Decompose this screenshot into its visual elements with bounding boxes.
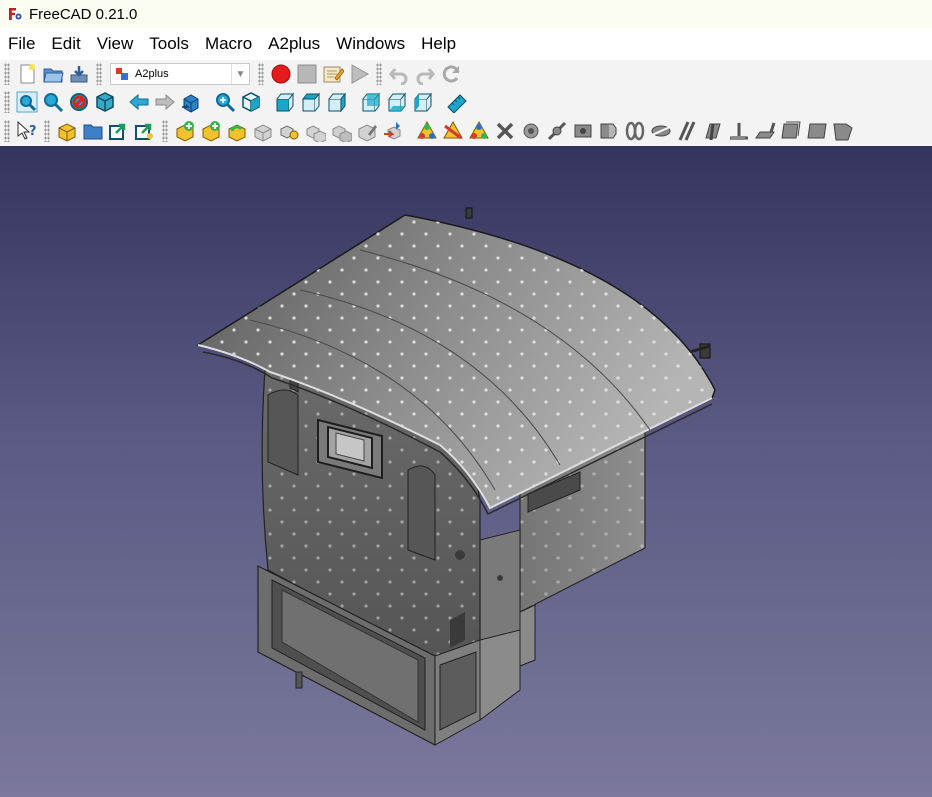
solve-constraints-icon[interactable] (414, 118, 440, 144)
stop-macro-icon[interactable] (294, 61, 320, 87)
menu-macro[interactable]: Macro (197, 28, 260, 60)
a2plus-workbench-icon (116, 68, 128, 80)
import-icon[interactable] (106, 118, 132, 144)
back-icon[interactable] (126, 89, 152, 115)
toolbar-grip[interactable] (4, 63, 10, 85)
new-document-icon[interactable] (14, 61, 40, 87)
convert-part-icon[interactable] (250, 118, 276, 144)
toggle-transparency-icon[interactable] (466, 118, 492, 144)
point-on-line-icon[interactable] (544, 118, 570, 144)
axis-plane-normal-icon[interactable] (752, 118, 778, 144)
flip-constraint-icon[interactable] (440, 118, 466, 144)
axis-parallel-icon[interactable] (674, 118, 700, 144)
menu-bar: File Edit View Tools Macro A2plus Window… (0, 28, 932, 60)
record-macro-icon[interactable] (268, 61, 294, 87)
save-icon[interactable] (66, 61, 92, 87)
toolbar-grip[interactable] (258, 63, 264, 85)
sync-view-icon[interactable] (178, 89, 204, 115)
edit-macro-icon[interactable] (320, 61, 346, 87)
bounding-box-icon[interactable] (92, 89, 118, 115)
undo-icon[interactable] (386, 61, 412, 87)
3d-viewport[interactable] (0, 146, 932, 797)
rear-view-icon[interactable] (358, 89, 384, 115)
draw-style-icon[interactable] (66, 89, 92, 115)
fit-selection-icon[interactable] (40, 89, 66, 115)
toolbar-row-1: A2plus ▼ (0, 60, 932, 88)
chevron-down-icon[interactable]: ▼ (231, 64, 249, 84)
fit-all-icon[interactable] (14, 89, 40, 115)
open-folder-icon[interactable] (80, 118, 106, 144)
edit-part-icon[interactable] (302, 118, 328, 144)
toolbar-grip[interactable] (376, 63, 382, 85)
freecad-logo-icon (8, 7, 22, 21)
add-part-variant-icon[interactable] (198, 118, 224, 144)
move-part-under-constraint-icon[interactable] (354, 118, 380, 144)
import-shape-icon[interactable] (132, 118, 158, 144)
menu-help[interactable]: Help (413, 28, 464, 60)
circular-edge-icon[interactable] (622, 118, 648, 144)
toolbar-grip[interactable] (44, 120, 50, 142)
run-macro-icon[interactable] (346, 61, 372, 87)
forward-icon[interactable] (152, 89, 178, 115)
refresh-icon[interactable] (438, 61, 464, 87)
point-on-plane-icon[interactable] (570, 118, 596, 144)
toolbar-grip[interactable] (96, 63, 102, 85)
open-icon[interactable] (40, 61, 66, 87)
toolbar-row-3: ? (0, 116, 932, 146)
repair-tree-icon[interactable] (380, 118, 406, 144)
menu-view[interactable]: View (89, 28, 142, 60)
whats-this-icon[interactable]: ? (14, 118, 40, 144)
cab-model[interactable] (0, 146, 932, 797)
add-part-icon[interactable] (54, 118, 80, 144)
title-bar: FreeCAD 0.21.0 (0, 0, 932, 28)
measure-icon[interactable] (444, 89, 470, 115)
duplicate-part-icon[interactable] (276, 118, 302, 144)
point-identity-icon[interactable] (518, 118, 544, 144)
menu-windows[interactable]: Windows (328, 28, 413, 60)
sphere-center-icon[interactable] (596, 118, 622, 144)
isometric-icon[interactable] (238, 89, 264, 115)
workbench-selector[interactable]: A2plus ▼ (110, 63, 250, 85)
axis-plane-angle-icon[interactable] (726, 118, 752, 144)
toolbar-grip[interactable] (4, 120, 10, 142)
menu-tools[interactable]: Tools (141, 28, 197, 60)
axis-plane-parallel-icon[interactable] (700, 118, 726, 144)
axis-identity-icon[interactable] (648, 118, 674, 144)
toolbar-grip[interactable] (4, 91, 10, 113)
bottom-view-icon[interactable] (384, 89, 410, 115)
update-imports-icon[interactable] (224, 118, 250, 144)
left-view-icon[interactable] (410, 89, 436, 115)
delete-constraints-icon[interactable] (492, 118, 518, 144)
angled-planes-icon[interactable] (830, 118, 856, 144)
zoom-icon[interactable] (212, 89, 238, 115)
toolbar-row-2 (0, 88, 932, 116)
workbench-selector-value: A2plus (135, 68, 169, 80)
right-view-icon[interactable] (324, 89, 350, 115)
plane-parallel-icon[interactable] (778, 118, 804, 144)
menu-file[interactable]: File (0, 28, 43, 60)
redo-icon[interactable] (412, 61, 438, 87)
add-subassembly-icon[interactable] (172, 118, 198, 144)
toolbar-grip[interactable] (162, 120, 168, 142)
top-view-icon[interactable] (298, 89, 324, 115)
menu-a2plus[interactable]: A2plus (260, 28, 328, 60)
planes-coincident-icon[interactable] (804, 118, 830, 144)
menu-edit[interactable]: Edit (43, 28, 88, 60)
move-part-icon[interactable] (328, 118, 354, 144)
front-view-icon[interactable] (272, 89, 298, 115)
svg-text:?: ? (29, 124, 37, 139)
window-title: FreeCAD 0.21.0 (29, 5, 138, 23)
